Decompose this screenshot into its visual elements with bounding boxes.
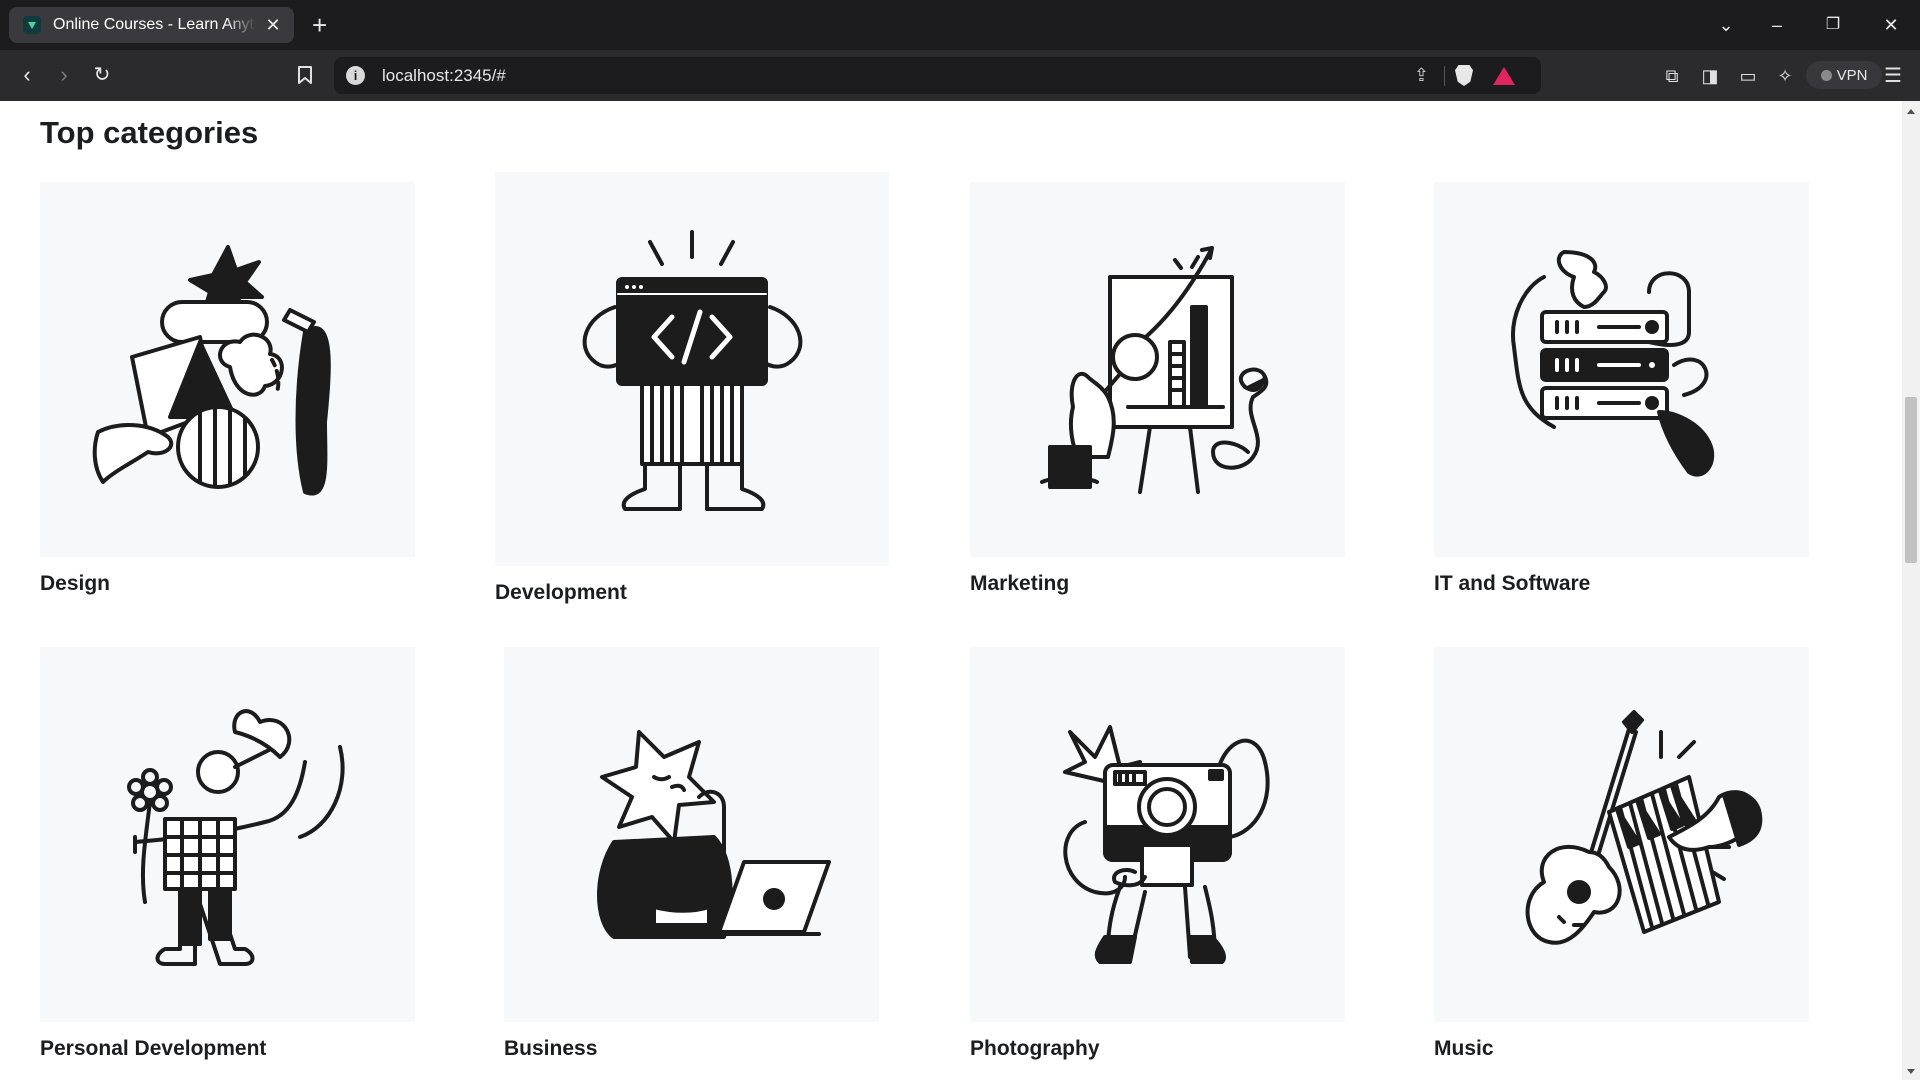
- business-illustration-icon: [504, 647, 879, 1022]
- tab-list-chevron-down-icon[interactable]: ⌄: [1711, 10, 1741, 40]
- development-illustration-icon: [495, 172, 889, 566]
- scrollbar-thumb[interactable]: [1905, 397, 1917, 563]
- section-title: Top categories: [40, 115, 259, 150]
- forward-button[interactable]: ›: [49, 60, 79, 90]
- marketing-illustration-icon: [970, 182, 1345, 557]
- minimize-button[interactable]: –: [1762, 10, 1792, 40]
- address-bar-divider: [1444, 66, 1445, 86]
- scroll-up-arrow-icon[interactable]: [1907, 109, 1915, 114]
- page-scrollbar[interactable]: [1902, 101, 1920, 1080]
- category-label[interactable]: IT and Software: [1434, 572, 1590, 596]
- browser-tab-bar: Online Courses - Learn Anything, On Your…: [0, 0, 1920, 50]
- browser-tab-active[interactable]: Online Courses - Learn Anything, On Your…: [9, 7, 294, 43]
- bookmark-icon[interactable]: [293, 60, 317, 90]
- leo-ai-icon[interactable]: ✧: [1772, 63, 1798, 89]
- category-label[interactable]: Development: [495, 581, 627, 605]
- vpn-button[interactable]: VPN: [1806, 61, 1882, 89]
- close-window-button[interactable]: ✕: [1876, 10, 1906, 40]
- category-label[interactable]: Photography: [970, 1037, 1100, 1061]
- new-tab-button[interactable]: +: [312, 10, 327, 40]
- share-icon[interactable]: ⇪: [1414, 65, 1429, 86]
- vpn-label: VPN: [1836, 66, 1868, 84]
- category-label[interactable]: Business: [504, 1037, 597, 1061]
- menu-hamburger-icon[interactable]: ☰: [1880, 63, 1906, 89]
- url-text[interactable]: localhost:2345/#: [382, 66, 506, 86]
- site-favicon-icon: [23, 16, 41, 34]
- vpn-status-icon: [1820, 69, 1832, 81]
- wallet-icon[interactable]: ▭: [1735, 63, 1761, 89]
- tab-title: Online Courses - Learn Anything, On Your…: [53, 16, 256, 33]
- music-illustration-icon: [1434, 647, 1809, 1022]
- personal-development-illustration-icon: [40, 647, 415, 1022]
- sidebar-toggle-icon[interactable]: ◨: [1697, 63, 1723, 89]
- page-viewport: Top categories Design Development Market…: [0, 101, 1902, 1080]
- reload-button[interactable]: ↻: [87, 60, 117, 90]
- scroll-down-arrow-icon[interactable]: [1907, 1069, 1915, 1074]
- it-software-illustration-icon: [1434, 182, 1809, 557]
- extensions-icon[interactable]: ⧉: [1659, 63, 1685, 89]
- brave-rewards-icon[interactable]: [1493, 67, 1515, 85]
- site-info-icon[interactable]: i: [346, 66, 365, 85]
- category-label[interactable]: Design: [40, 572, 110, 596]
- back-button[interactable]: ‹: [12, 60, 42, 90]
- category-label[interactable]: Personal Development: [40, 1037, 266, 1061]
- address-bar[interactable]: i localhost:2345/# ⇪: [334, 57, 1541, 94]
- photography-illustration-icon: [970, 647, 1345, 1022]
- category-label[interactable]: Music: [1434, 1037, 1494, 1061]
- design-illustration-icon: [40, 182, 415, 557]
- tab-close-icon[interactable]: ✕: [262, 15, 284, 36]
- restore-button[interactable]: ❐: [1818, 10, 1848, 40]
- brave-shields-icon[interactable]: [1455, 65, 1473, 86]
- category-label[interactable]: Marketing: [970, 572, 1069, 596]
